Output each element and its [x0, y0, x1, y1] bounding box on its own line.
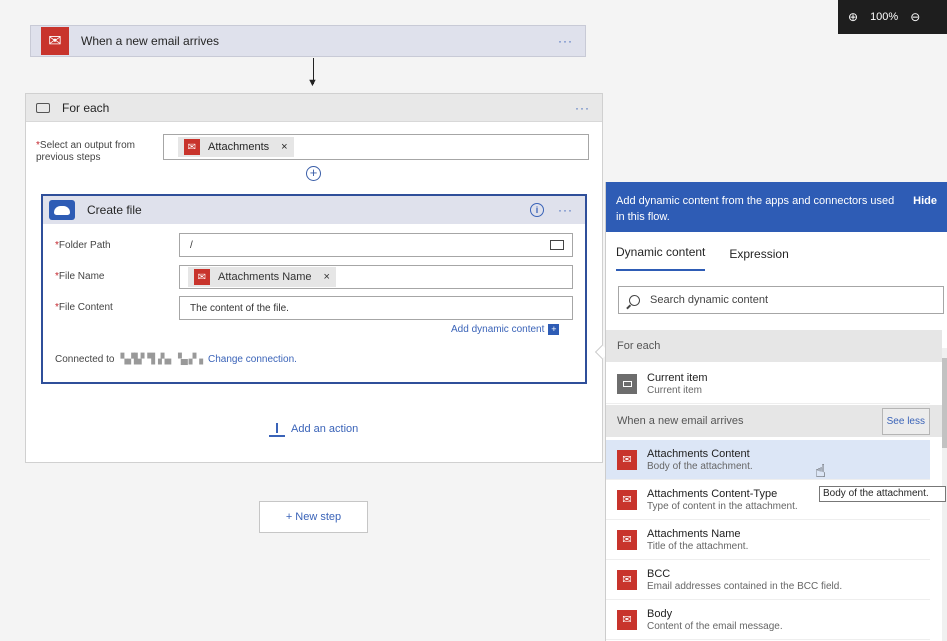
outlook-mail-icon: ✉: [617, 529, 637, 550]
list-item[interactable]: ✉ BCC Email addresses contained in the BC…: [606, 560, 930, 600]
create-file-header[interactable]: Create file i ···: [43, 196, 585, 224]
outlook-mail-icon: ✉: [194, 269, 210, 285]
outlook-mail-icon: ✉: [184, 139, 200, 155]
arrow-down-icon: ▼: [307, 77, 318, 89]
loop-icon: [617, 373, 637, 394]
list-item[interactable]: ✉ Attachments Content Body of the attachm…: [606, 440, 930, 480]
list-item[interactable]: ✉ Attachments Name Title of the attachmen…: [606, 520, 930, 560]
zoom-out-icon[interactable]: ⊖: [910, 10, 920, 24]
dynamic-content-panel: Add dynamic content from the apps and co…: [605, 182, 947, 641]
create-file-title: Create file: [87, 203, 142, 217]
file-content-input[interactable]: The content of the file.: [179, 296, 573, 320]
add-dynamic-icon: +: [548, 324, 560, 335]
connection-info: Connected to ▚▞▙▘▜▗▚▖▝▄ ▞▗ Change connec…: [55, 354, 297, 365]
hide-panel-button[interactable]: Hide: [913, 193, 937, 209]
file-name-input[interactable]: ✉ Attachments Name ×: [179, 265, 573, 289]
outlook-mail-icon: ✉: [617, 489, 637, 510]
search-dynamic-input[interactable]: Search dynamic content: [618, 286, 944, 314]
select-output-field[interactable]: ✉ Attachments ×: [163, 134, 589, 160]
loop-icon: [36, 102, 50, 113]
outlook-mail-icon: ✉: [617, 609, 637, 630]
select-output-label: *Select an output from previous steps: [36, 140, 135, 163]
change-connection-link[interactable]: Change connection.: [208, 354, 297, 365]
scrollbar-thumb[interactable]: [942, 358, 947, 448]
token-label: Attachments: [208, 141, 270, 153]
zoom-in-icon[interactable]: ⊕: [848, 10, 858, 24]
tooltip: Body of the attachment.: [819, 486, 946, 502]
add-dynamic-content-link[interactable]: Add dynamic content +: [451, 324, 560, 335]
foreach-header[interactable]: For each ···: [26, 94, 602, 122]
group-header-foreach: For each: [606, 330, 942, 362]
search-icon: [629, 294, 640, 306]
foreach-title: For each: [62, 100, 110, 115]
file-content-label: *File Content: [55, 302, 113, 313]
trigger-title: When a new email arrives: [81, 34, 220, 48]
zoom-bar: ⊕ 100% ⊖: [838, 0, 947, 34]
zoom-level: 100%: [870, 11, 899, 23]
list-item[interactable]: ✉ Body Content of the email message.: [606, 600, 930, 640]
connected-account: ▚▞▙▘▜▗▚▖▝▄ ▞▗: [120, 354, 203, 365]
remove-token-button[interactable]: ×: [324, 271, 330, 283]
create-file-menu-button[interactable]: ···: [558, 203, 573, 217]
foreach-menu-button[interactable]: ···: [575, 101, 590, 115]
foreach-container: For each ··· *Select an output from prev…: [25, 93, 603, 463]
tab-expression[interactable]: Expression: [729, 247, 788, 261]
onedrive-icon: [49, 200, 75, 220]
tab-dynamic-content[interactable]: Dynamic content: [616, 245, 706, 271]
remove-token-button[interactable]: ×: [281, 141, 287, 153]
outlook-mail-icon: ✉: [41, 27, 69, 55]
panel-header: Add dynamic content from the apps and co…: [606, 182, 947, 232]
folder-path-input[interactable]: /: [179, 233, 573, 257]
add-action-icon: [269, 421, 285, 437]
new-step-button[interactable]: + New step: [259, 501, 368, 533]
folder-path-label: *Folder Path: [55, 240, 111, 251]
list-item[interactable]: Current item Current item: [606, 364, 930, 404]
create-file-card: Create file i ··· *Folder Path / *File N…: [41, 194, 587, 384]
outlook-mail-icon: ✉: [617, 569, 637, 590]
file-name-label: *File Name: [55, 271, 105, 282]
panel-tabs: Dynamic content Expression: [606, 232, 947, 276]
add-action-button[interactable]: Add an action: [269, 421, 358, 437]
outlook-mail-icon: ✉: [617, 449, 637, 470]
trigger-card[interactable]: ✉ When a new email arrives ···: [30, 25, 586, 57]
hand-cursor-icon: ☝: [815, 461, 826, 481]
group-header-email: When a new email arrives See less: [606, 405, 942, 437]
trigger-menu-button[interactable]: ···: [558, 34, 573, 48]
attachments-token: ✉ Attachments ×: [178, 137, 294, 157]
folder-icon[interactable]: [550, 240, 564, 250]
see-less-button[interactable]: See less: [881, 407, 930, 435]
attachments-name-token: ✉ Attachments Name ×: [188, 267, 336, 287]
info-icon[interactable]: i: [530, 203, 544, 217]
insert-step-plus-icon[interactable]: +: [306, 166, 321, 181]
